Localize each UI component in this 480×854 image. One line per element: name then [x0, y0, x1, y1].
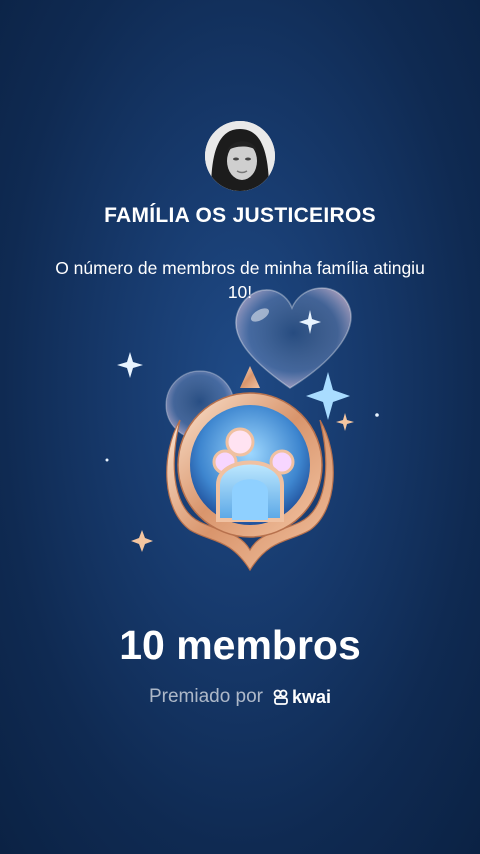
kwai-brand-label: kwai — [292, 686, 332, 707]
kwai-brand: kwai — [273, 687, 331, 708]
avatar[interactable] — [205, 121, 275, 191]
awarded-by: Premiado por kwai — [0, 686, 480, 708]
avatar-photo — [205, 121, 275, 191]
awarded-by-label: Premiado por — [148, 686, 264, 707]
family-name: FAMÍLIA OS JUSTICEIROS — [104, 204, 376, 227]
member-count: 10 membros — [119, 622, 361, 668]
family-badge-illustration — [100, 270, 400, 590]
kwai-logo-icon — [273, 689, 288, 705]
